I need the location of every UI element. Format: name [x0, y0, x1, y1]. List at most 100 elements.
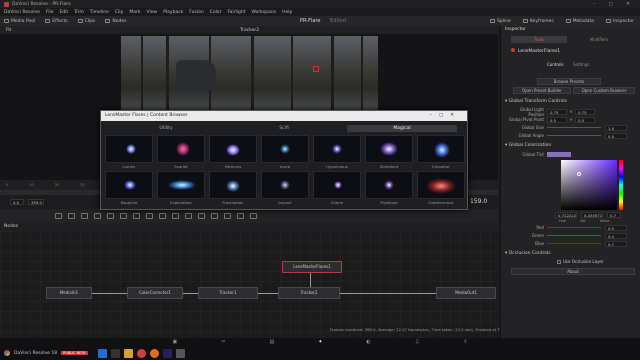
firefox-icon[interactable]: [149, 348, 159, 358]
nodes-button[interactable]: Nodes: [105, 19, 127, 24]
size-field[interactable]: 1.0: [605, 124, 627, 131]
tool-paint-icon[interactable]: [68, 213, 75, 219]
menu-item[interactable]: View: [147, 10, 158, 15]
end-frame[interactable]: 359.0: [28, 199, 44, 205]
menu-item[interactable]: Color: [210, 10, 222, 15]
tool-image-plane-icon[interactable]: [172, 213, 179, 219]
node-colorcorrector1[interactable]: ColorCorrector1: [127, 287, 183, 299]
light-x-field[interactable]: 0.75: [547, 108, 567, 115]
start-frame[interactable]: 0.0: [10, 199, 24, 205]
angle-field[interactable]: 0.0: [605, 132, 627, 139]
menu-item[interactable]: Fusion: [189, 10, 203, 15]
node-mediaout1[interactable]: MediaOut1: [436, 287, 496, 299]
color-picker-square[interactable]: [561, 160, 617, 210]
windows-start-icon[interactable]: [97, 348, 107, 358]
after-effects-icon[interactable]: [162, 348, 172, 358]
preset-thumb-charm[interactable]: [313, 171, 361, 199]
tool-renderer3d-icon[interactable]: [198, 213, 205, 219]
preset-thumb-impact[interactable]: [261, 171, 309, 199]
preset-thumb-lumen[interactable]: [105, 135, 153, 163]
browser-window-controls[interactable]: –▢✕: [430, 111, 461, 121]
tint-swatch[interactable]: [547, 152, 571, 157]
preset-thumb-frostnation[interactable]: [209, 171, 257, 199]
tool-mask-icon[interactable]: [107, 213, 114, 219]
metadata-button[interactable]: Metadata: [565, 19, 594, 24]
tool-shape3d-icon[interactable]: [185, 213, 192, 219]
pivot-x-field[interactable]: 0.5: [547, 116, 567, 123]
menu-item[interactable]: Clip: [115, 10, 124, 15]
page-edit-icon[interactable]: ▤: [269, 339, 274, 345]
size-slider[interactable]: [547, 127, 601, 128]
light-y-field[interactable]: 0.75: [575, 108, 596, 115]
tool-rectangle-icon[interactable]: [159, 213, 166, 219]
tool-bspline-icon[interactable]: [133, 213, 140, 219]
red-field[interactable]: 0.5: [605, 224, 627, 231]
hue-strip[interactable]: [619, 160, 623, 210]
page-fusion-icon[interactable]: ✦: [318, 339, 322, 345]
section-transform[interactable]: ▾ Global Transform Controls: [501, 98, 640, 106]
clips-button[interactable]: Clips: [77, 19, 95, 24]
blue-field[interactable]: 0.7: [605, 240, 627, 247]
preset-thumb-aurre[interactable]: [261, 135, 309, 163]
spline-button[interactable]: Spline: [489, 19, 511, 24]
tab-tools[interactable]: Tools: [511, 36, 567, 43]
page-media-icon[interactable]: ▣: [173, 339, 178, 345]
preset-thumb-scarlet[interactable]: [157, 135, 205, 163]
value-field[interactable]: 0.7: [607, 212, 621, 218]
page-color-icon[interactable]: ◐: [366, 339, 370, 345]
menu-item[interactable]: Help: [282, 10, 292, 15]
node-tracker2[interactable]: Tracker2: [278, 287, 340, 299]
blue-slider[interactable]: [547, 243, 601, 244]
subtab-controls[interactable]: Controls: [547, 62, 564, 67]
effects-button[interactable]: Effects: [45, 19, 68, 24]
explorer-icon[interactable]: [123, 348, 133, 358]
tool-text-icon[interactable]: [81, 213, 88, 219]
preset-thumb-eriquetor[interactable]: [417, 135, 465, 163]
tool-polygon-icon[interactable]: [120, 213, 127, 219]
tool-camera-icon[interactable]: [224, 213, 231, 219]
category-magical[interactable]: Magical: [347, 125, 457, 132]
window-controls[interactable]: – ▢ ✕: [593, 2, 636, 7]
page-deliver-icon[interactable]: ⇪: [463, 339, 467, 345]
menu-item[interactable]: Playback: [163, 10, 183, 15]
tool-light-icon[interactable]: [250, 213, 257, 219]
menu-item[interactable]: Fairlight: [227, 10, 245, 15]
menu-item[interactable]: Workspace: [251, 10, 276, 15]
node-lensmasterflares1[interactable]: LensMasterFlares1: [282, 261, 342, 273]
viewer-frame[interactable]: [121, 36, 378, 111]
category-scifi[interactable]: Scifi: [229, 125, 339, 132]
preset-thumb-mystique[interactable]: [365, 171, 413, 199]
tool-merge3d-icon[interactable]: [211, 213, 218, 219]
preset-thumb-streetlant[interactable]: [365, 135, 413, 163]
open-custom-browser-button[interactable]: Open Custom Browser: [573, 87, 635, 94]
browse-presets-button[interactable]: Browse Presets: [537, 78, 601, 85]
search-icon[interactable]: [110, 348, 120, 358]
preset-thumb-exothermous[interactable]: [417, 171, 465, 199]
subtab-settings[interactable]: Settings: [573, 62, 589, 67]
current-frame[interactable]: 159.0: [470, 198, 487, 205]
green-field[interactable]: 0.4: [605, 232, 627, 239]
about-button[interactable]: About: [511, 268, 635, 275]
menu-item[interactable]: Trim: [74, 10, 84, 15]
section-colorization[interactable]: ▾ Global Colorization: [501, 142, 640, 150]
page-fairlight-icon[interactable]: ♫: [415, 339, 419, 345]
tool-ellipse-icon[interactable]: [146, 213, 153, 219]
menu-item[interactable]: DaVinci Resolve: [4, 10, 40, 15]
preset-thumb-sapphire[interactable]: [105, 171, 153, 199]
tab-modifiers[interactable]: Modifiers: [571, 36, 627, 43]
green-slider[interactable]: [547, 235, 601, 236]
tool-merge-icon[interactable]: [94, 213, 101, 219]
inspector-button[interactable]: Inspector: [606, 19, 634, 24]
zoom-select[interactable]: Fit: [6, 28, 11, 33]
tracker-box[interactable]: [313, 66, 319, 72]
chrome-icon[interactable]: [136, 348, 146, 358]
occlusion-checkbox[interactable]: Use Occlusion Layer: [557, 259, 604, 264]
menu-item[interactable]: Mark: [129, 10, 140, 15]
preset-thumb-exploration[interactable]: [157, 171, 205, 199]
preset-thumb-hypnimous[interactable]: [313, 135, 361, 163]
media-pool-button[interactable]: Media Pool: [4, 19, 35, 24]
resolve-task-icon[interactable]: [175, 348, 185, 358]
node-tracker1[interactable]: Tracker1: [198, 287, 258, 299]
keyframes-button[interactable]: Keyframes: [522, 19, 554, 24]
preset-thumb-patronus[interactable]: [209, 135, 257, 163]
